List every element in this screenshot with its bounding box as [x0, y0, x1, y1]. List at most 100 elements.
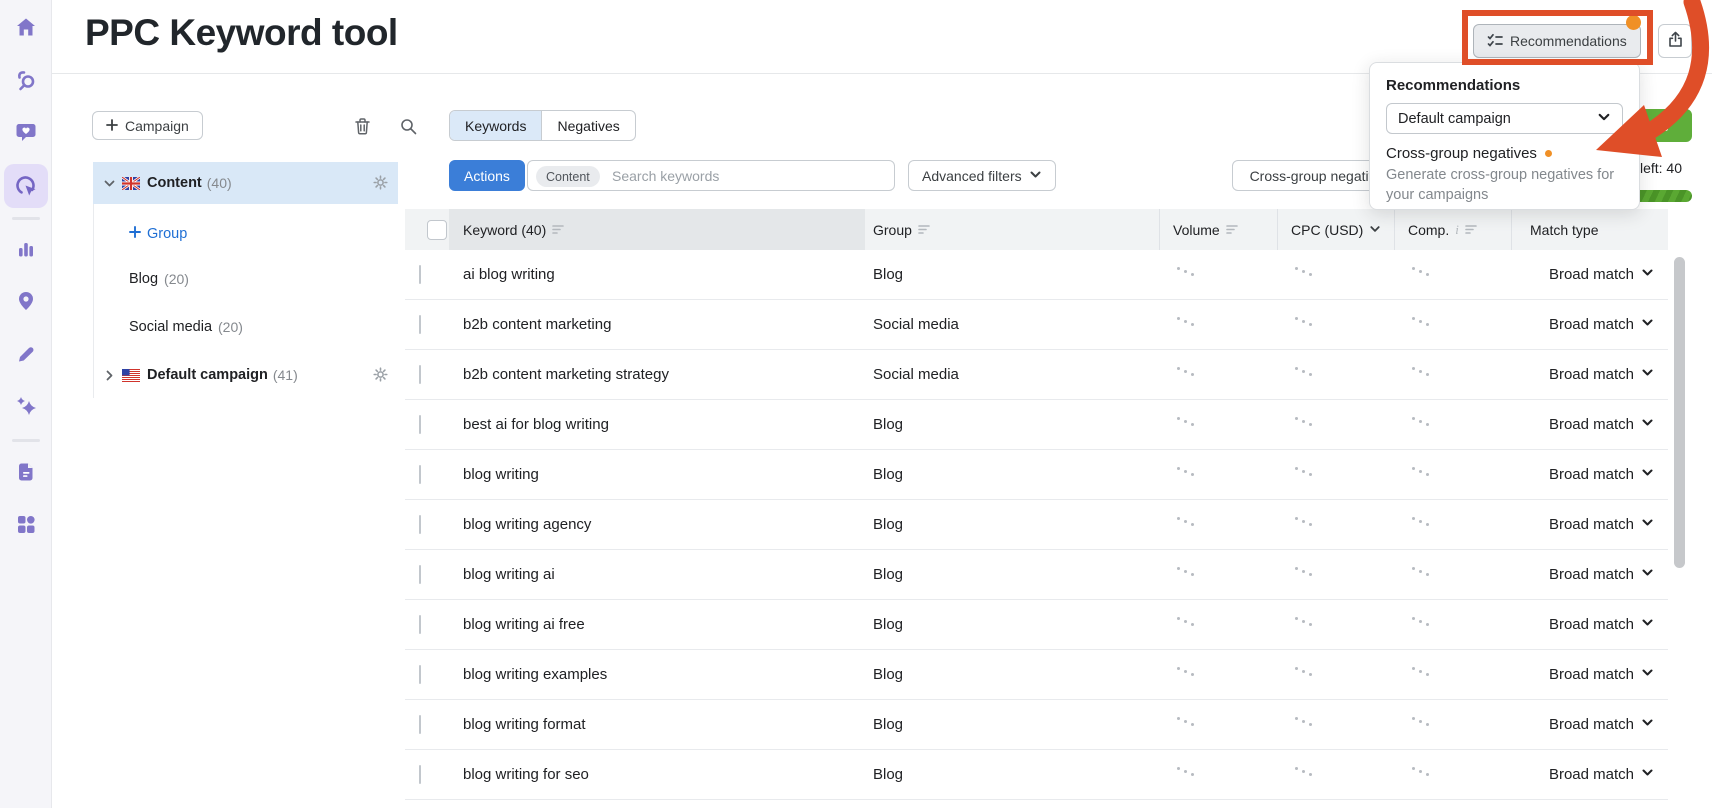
chevron-down-icon: [1641, 716, 1654, 733]
column-header-group[interactable]: Group: [865, 209, 1159, 250]
row-checkbox[interactable]: [419, 514, 421, 534]
content-editor-pencil-icon[interactable]: [4, 332, 48, 376]
match-type-value: Broad match: [1548, 466, 1634, 483]
advanced-filters-button[interactable]: Advanced filters: [908, 160, 1056, 191]
row-checkbox[interactable]: [419, 314, 421, 334]
analytics-bars-icon[interactable]: [4, 227, 48, 271]
campaign-count: (40): [206, 175, 232, 191]
ai-sparkles-icon[interactable]: [4, 384, 48, 428]
match-type-dropdown[interactable]: Broad match: [1511, 516, 1668, 533]
sort-icon[interactable]: [552, 224, 565, 235]
gear-icon[interactable]: [373, 367, 388, 387]
sort-icon[interactable]: [918, 224, 931, 235]
group-cell: Social media: [873, 316, 959, 333]
match-type-dropdown[interactable]: Broad match: [1511, 366, 1668, 383]
add-campaign-label: Campaign: [125, 117, 189, 134]
match-type-value: Broad match: [1548, 516, 1634, 533]
row-checkbox[interactable]: [419, 714, 421, 734]
checklist-icon: [1487, 33, 1503, 50]
column-header-match-type[interactable]: Match type: [1511, 209, 1668, 250]
search-keywords-input[interactable]: [612, 162, 887, 189]
seo-research-icon[interactable]: [4, 58, 48, 102]
chevron-down-icon: [1641, 366, 1654, 383]
row-checkbox[interactable]: [419, 614, 421, 634]
row-checkbox[interactable]: [419, 764, 421, 784]
ppc-keyword-tool-icon[interactable]: [4, 164, 48, 208]
table-row: best ai for blog writing Blog Broad matc…: [405, 400, 1668, 450]
feedback-heart-icon[interactable]: [4, 110, 48, 154]
column-header-keyword[interactable]: Keyword (40): [449, 209, 865, 250]
plus-icon: [129, 226, 141, 242]
sidebar-item-default-campaign[interactable]: Default campaign (41): [93, 354, 398, 396]
sort-icon[interactable]: [1465, 224, 1478, 235]
reports-document-icon[interactable]: [4, 450, 48, 494]
group-label: Blog: [129, 271, 159, 287]
search-scope-chip[interactable]: Content: [536, 166, 600, 187]
add-group-link[interactable]: Group: [129, 219, 187, 249]
local-marketing-pin-icon[interactable]: [4, 279, 48, 323]
match-type-value: Broad match: [1548, 616, 1634, 633]
sidebar-item-group-blog[interactable]: Blog (20): [129, 264, 189, 294]
popup-title: Recommendations: [1386, 77, 1521, 94]
column-header-comp[interactable]: Comp. i: [1394, 209, 1511, 250]
table-body: ai blog writing Blog Broad match b2b con…: [405, 250, 1668, 800]
match-type-dropdown[interactable]: Broad match: [1511, 716, 1668, 733]
row-checkbox[interactable]: [419, 464, 421, 484]
campaign-select[interactable]: Default campaign: [1386, 103, 1623, 134]
row-checkbox[interactable]: [419, 414, 421, 434]
chevron-down-icon[interactable]: [103, 177, 117, 190]
row-checkbox[interactable]: [419, 364, 421, 384]
popup-item-cross-group-negatives[interactable]: Cross-group negatives: [1386, 145, 1623, 162]
tab-negatives[interactable]: Negatives: [541, 111, 634, 140]
match-type-dropdown[interactable]: Broad match: [1511, 566, 1668, 583]
gear-icon[interactable]: [373, 175, 388, 195]
match-type-value: Broad match: [1548, 566, 1634, 583]
recommendations-button[interactable]: Recommendations: [1473, 24, 1641, 58]
export-button[interactable]: [1658, 24, 1692, 58]
chevron-down-icon: [1641, 466, 1654, 483]
trash-icon[interactable]: [352, 117, 372, 137]
select-all-checkbox[interactable]: [427, 219, 447, 240]
plus-icon: [106, 118, 118, 134]
match-type-value: Broad match: [1548, 416, 1634, 433]
match-type-dropdown[interactable]: Broad match: [1511, 666, 1668, 683]
chevron-down-icon[interactable]: [1369, 222, 1381, 238]
match-type-value: Broad match: [1548, 766, 1634, 783]
ppc-keyword-tool-app: PPC Keyword tool Recommendations Campaig…: [0, 0, 1712, 808]
vertical-scrollbar[interactable]: [1674, 257, 1685, 568]
sort-icon[interactable]: [1225, 224, 1239, 235]
keyword-cell: blog writing for seo: [463, 766, 589, 783]
uk-flag-icon: [122, 176, 140, 190]
campaign-count: (41): [272, 367, 298, 383]
column-header-volume[interactable]: Volume: [1159, 209, 1277, 250]
row-checkbox[interactable]: [419, 564, 421, 584]
match-type-dropdown[interactable]: Broad match: [1511, 416, 1668, 433]
add-campaign-button[interactable]: Campaign: [92, 111, 203, 140]
campaign-label: Default campaign: [147, 367, 268, 383]
keyword-cell: ai blog writing: [463, 266, 555, 283]
match-type-value: Broad match: [1548, 316, 1634, 333]
table-row: blog writing for seo Blog Broad match: [405, 750, 1668, 800]
more-apps-grid-icon[interactable]: [4, 502, 48, 546]
row-checkbox[interactable]: [419, 664, 421, 684]
match-type-dropdown[interactable]: Broad match: [1511, 316, 1668, 333]
advanced-filters-label: Advanced filters: [922, 167, 1022, 184]
match-type-dropdown[interactable]: Broad match: [1511, 766, 1668, 783]
match-type-dropdown[interactable]: Broad match: [1511, 466, 1668, 483]
home-icon[interactable]: [4, 5, 48, 49]
actions-button[interactable]: Actions: [449, 160, 525, 191]
sidebar-item-content-campaign[interactable]: Content (40): [93, 162, 398, 204]
search-icon[interactable]: [398, 117, 418, 137]
tab-keywords[interactable]: Keywords: [450, 111, 542, 140]
group-cell: Blog: [873, 616, 904, 633]
match-type-value: Broad match: [1548, 666, 1634, 683]
match-type-dropdown[interactable]: Broad match: [1511, 266, 1668, 283]
table-row: blog writing Blog Broad match: [405, 450, 1668, 500]
table-row: blog writing ai Blog Broad match: [405, 550, 1668, 600]
row-checkbox[interactable]: [419, 264, 421, 284]
keyword-cell: blog writing format: [463, 716, 586, 733]
column-header-cpc[interactable]: CPC (USD): [1277, 209, 1394, 250]
chevron-right-icon[interactable]: [103, 369, 117, 382]
sidebar-item-group-social-media[interactable]: Social media (20): [129, 312, 243, 342]
match-type-dropdown[interactable]: Broad match: [1511, 616, 1668, 633]
